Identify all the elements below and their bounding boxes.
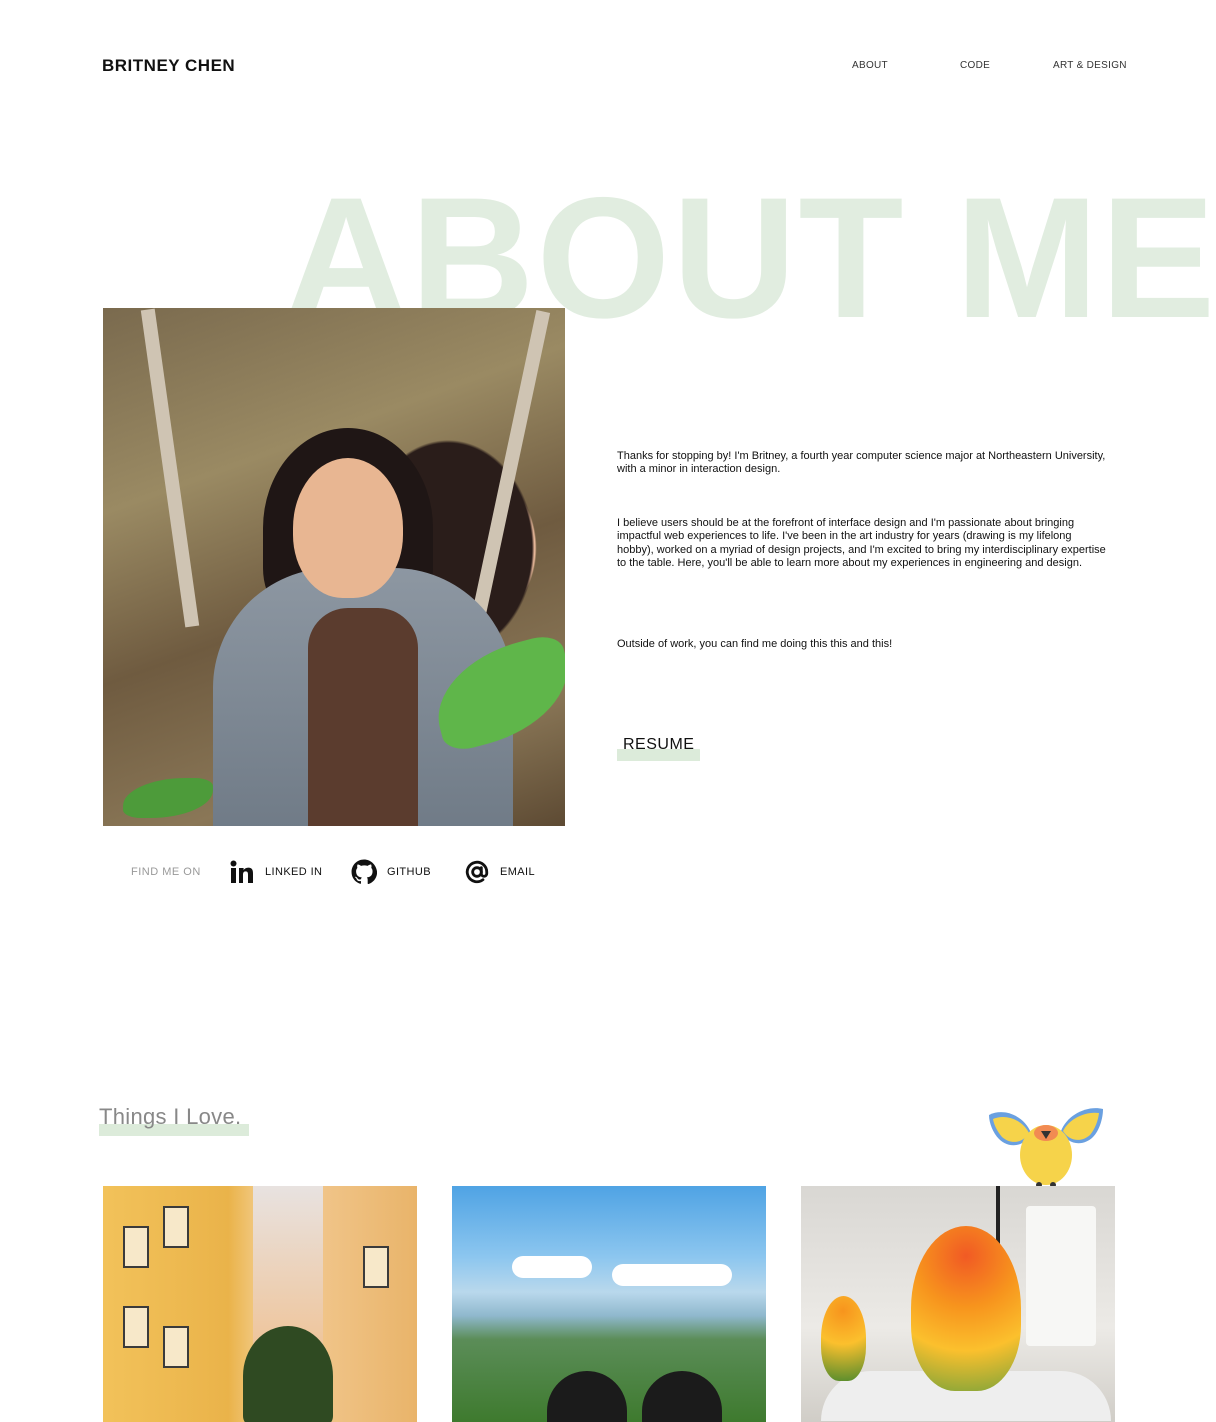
photo-person bbox=[547, 1371, 627, 1422]
find-me-label: FIND ME ON bbox=[131, 866, 201, 878]
photo-window bbox=[363, 1246, 389, 1288]
photo-parrots[interactable] bbox=[801, 1186, 1115, 1422]
photo-street[interactable] bbox=[103, 1186, 417, 1422]
things-i-love-heading: Things I Love. bbox=[99, 1104, 249, 1136]
email-link[interactable]: EMAIL bbox=[464, 858, 535, 886]
github-label: GITHUB bbox=[387, 866, 431, 878]
photo-window bbox=[163, 1326, 189, 1368]
photo-window bbox=[163, 1206, 189, 1248]
email-label: EMAIL bbox=[500, 866, 536, 878]
photo-city-view[interactable] bbox=[452, 1186, 766, 1422]
photo-tree bbox=[243, 1326, 333, 1422]
bio-paragraph-philosophy: I believe users should be at the forefro… bbox=[617, 517, 1106, 570]
photo-window bbox=[123, 1306, 149, 1348]
photo-shirt bbox=[308, 608, 418, 826]
photo-towel bbox=[1026, 1206, 1096, 1346]
site-brand[interactable]: BRITNEY CHEN bbox=[102, 56, 235, 76]
photo-leaf bbox=[123, 778, 213, 818]
photo-window bbox=[123, 1226, 149, 1268]
bio-paragraph-hobbies: Outside of work, you can find me doing t… bbox=[617, 638, 893, 650]
photo-branch bbox=[469, 310, 551, 626]
things-i-love-title: Things I Love. bbox=[99, 1104, 242, 1129]
github-link[interactable]: GITHUB bbox=[351, 858, 431, 886]
linkedin-link[interactable]: LINKED IN bbox=[229, 858, 322, 886]
resume-button[interactable]: RESUME bbox=[617, 736, 701, 761]
github-icon bbox=[351, 858, 377, 886]
at-sign-icon bbox=[464, 858, 490, 886]
photo-person bbox=[642, 1371, 722, 1422]
photo-branch bbox=[140, 308, 200, 628]
linkedin-label: LINKED IN bbox=[265, 866, 323, 878]
bird-mascot-icon bbox=[989, 1108, 1103, 1188]
nav-code[interactable]: CODE bbox=[960, 60, 990, 71]
nav-art-design[interactable]: ART & DESIGN bbox=[1053, 60, 1127, 71]
photo-parrot-large bbox=[911, 1226, 1021, 1391]
profile-photo bbox=[103, 308, 565, 826]
photo-parrot-small bbox=[821, 1296, 866, 1381]
photo-cloud bbox=[612, 1264, 732, 1286]
bio-paragraph-intro: Thanks for stopping by! I'm Britney, a f… bbox=[617, 450, 1106, 476]
resume-label: RESUME bbox=[623, 736, 695, 753]
linkedin-icon bbox=[229, 858, 255, 886]
photo-face bbox=[293, 458, 403, 598]
photo-cloud bbox=[512, 1256, 592, 1278]
nav-about[interactable]: ABOUT bbox=[852, 60, 888, 71]
